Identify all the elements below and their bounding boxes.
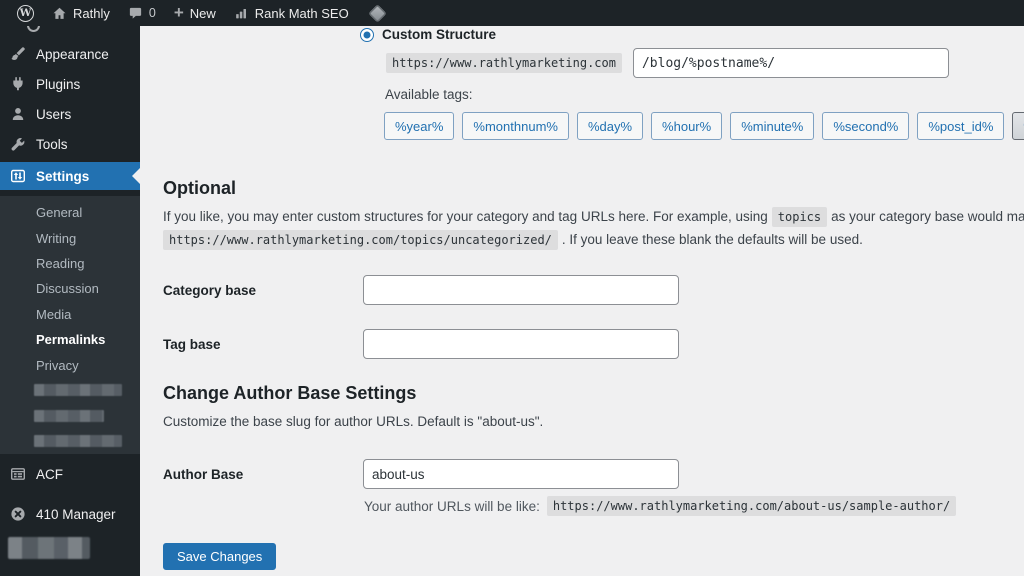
bar-chart-icon — [234, 6, 249, 21]
redacted-label — [34, 410, 104, 422]
comments-link[interactable]: 0 — [119, 0, 165, 26]
tag-base-input[interactable] — [363, 329, 679, 359]
submenu-label: Media — [36, 307, 71, 322]
custom-structure-option: Custom Structure — [360, 27, 496, 42]
text-segment: If you like, you may enter custom struct… — [163, 209, 768, 224]
text-segment: . If you leave these blank the defaults … — [562, 232, 863, 247]
author-url-help: Your author URLs will be like: https://w… — [364, 496, 956, 516]
topics-code: topics — [772, 207, 827, 227]
available-tags-row: %year% %monthnum% %day% %hour% %minute% … — [384, 112, 1024, 140]
author-base-heading: Change Author Base Settings — [163, 383, 416, 404]
category-base-input[interactable] — [363, 275, 679, 305]
submenu-label: General — [36, 205, 82, 220]
user-icon — [10, 106, 26, 122]
wordpress-menu-button[interactable]: W — [8, 0, 43, 26]
redacted-label — [34, 384, 122, 396]
submenu-label: Reading — [36, 256, 84, 271]
text-segment: as your category base would make your ca… — [831, 209, 1024, 224]
rank-math-label: Rank Math SEO — [255, 6, 349, 21]
new-content-button[interactable]: + New — [165, 0, 225, 26]
site-name: Rathly — [73, 6, 110, 21]
home-icon — [52, 6, 67, 21]
wrench-icon — [10, 136, 26, 152]
help-prefix: Your author URLs will be like: — [364, 499, 540, 514]
rank-math-seo-menu[interactable]: Rank Math SEO — [225, 0, 358, 26]
brush-icon — [10, 46, 26, 62]
submenu-label: Writing — [36, 231, 76, 246]
sidebar-item-users[interactable]: Users — [0, 99, 140, 129]
optional-description-line1: If you like, you may enter custom struct… — [163, 209, 1024, 224]
submenu-item-privacy[interactable]: Privacy — [0, 352, 140, 377]
grid-card-icon — [10, 466, 26, 482]
author-url-example-code: https://www.rathlymarketing.com/about-us… — [547, 496, 956, 516]
custom-structure-radio[interactable] — [360, 28, 374, 42]
sidebar-item-label: ACF — [36, 467, 63, 482]
submenu-label: Permalinks — [36, 332, 105, 347]
plus-icon: + — [174, 4, 184, 21]
site-url-prefix: https://www.rathlymarketing.com — [386, 53, 622, 73]
tag-button-year[interactable]: %year% — [384, 112, 454, 140]
site-link[interactable]: Rathly — [43, 0, 119, 26]
rank-math-badge[interactable] — [358, 0, 393, 26]
submenu-item-reading[interactable]: Reading — [0, 251, 140, 276]
author-base-label: Author Base — [163, 467, 243, 482]
submenu-item-media[interactable]: Media — [0, 302, 140, 327]
tag-button-second[interactable]: %second% — [822, 112, 909, 140]
example-url-code: https://www.rathlymarketing.com/topics/u… — [163, 230, 558, 250]
sidebar-item-redacted[interactable] — [8, 537, 90, 559]
sidebar-item-label: Appearance — [36, 47, 109, 62]
category-base-label: Category base — [163, 283, 256, 298]
custom-structure-input-row: https://www.rathlymarketing.com — [386, 48, 949, 78]
tag-button-postname[interactable]: %postname% — [1012, 112, 1024, 140]
comment-bubble-icon — [128, 6, 143, 21]
submenu-label: Privacy — [36, 358, 79, 373]
settings-sliders-icon — [10, 168, 26, 184]
comment-count: 0 — [149, 6, 156, 20]
tag-button-day[interactable]: %day% — [577, 112, 643, 140]
sidebar-item-label: Tools — [36, 137, 68, 152]
submenu-item-redacted[interactable] — [0, 429, 140, 454]
sidebar-item-tools[interactable]: Tools — [0, 129, 140, 159]
wordpress-logo-icon: W — [17, 5, 34, 22]
settings-submenu: General Writing Reading Discussion Media… — [0, 196, 140, 454]
tag-button-monthnum[interactable]: %monthnum% — [462, 112, 569, 140]
submenu-item-redacted[interactable] — [0, 378, 140, 403]
tag-button-post-id[interactable]: %post_id% — [917, 112, 1004, 140]
submenu-item-discussion[interactable]: Discussion — [0, 276, 140, 301]
admin-sidebar: Appearance Plugins Users Tools Settings … — [0, 26, 140, 576]
plugin-icon — [10, 76, 26, 92]
submenu-item-general[interactable]: General — [0, 200, 140, 225]
sidebar-item-settings[interactable]: Settings — [0, 162, 140, 190]
sidebar-item-label: Users — [36, 107, 71, 122]
author-base-input[interactable] — [363, 459, 679, 489]
custom-structure-label: Custom Structure — [382, 27, 496, 42]
sidebar-item-label: Plugins — [36, 77, 80, 92]
save-changes-button[interactable]: Save Changes — [163, 543, 276, 570]
sidebar-item-410-manager[interactable]: 410 Manager — [0, 499, 140, 529]
tag-button-minute[interactable]: %minute% — [730, 112, 814, 140]
sidebar-item-label: Settings — [36, 169, 89, 184]
diamond-icon — [368, 4, 386, 22]
sidebar-item-appearance[interactable]: Appearance — [0, 39, 140, 69]
sidebar-item-acf[interactable]: ACF — [0, 459, 140, 489]
optional-heading: Optional — [163, 178, 236, 199]
tag-button-hour[interactable]: %hour% — [651, 112, 722, 140]
author-base-description: Customize the base slug for author URLs.… — [163, 414, 543, 429]
new-label: New — [190, 6, 216, 21]
tag-base-label: Tag base — [163, 337, 221, 352]
submenu-label: Discussion — [36, 281, 99, 296]
circle-x-icon — [10, 506, 26, 522]
submenu-item-permalinks[interactable]: Permalinks — [0, 327, 140, 352]
available-tags-label: Available tags: — [385, 87, 473, 102]
submenu-item-redacted[interactable] — [0, 403, 140, 428]
permalinks-settings-content: Custom Structure https://www.rathlymarke… — [140, 26, 1024, 576]
sidebar-item-plugins[interactable]: Plugins — [0, 69, 140, 99]
redacted-label — [34, 435, 122, 447]
optional-description-line2: https://www.rathlymarketing.com/topics/u… — [163, 232, 863, 247]
admin-bar: W Rathly 0 + New Rank Math SEO — [0, 0, 1024, 26]
sidebar-item-label: 410 Manager — [36, 507, 116, 522]
custom-structure-input[interactable] — [633, 48, 949, 78]
submenu-item-writing[interactable]: Writing — [0, 225, 140, 250]
